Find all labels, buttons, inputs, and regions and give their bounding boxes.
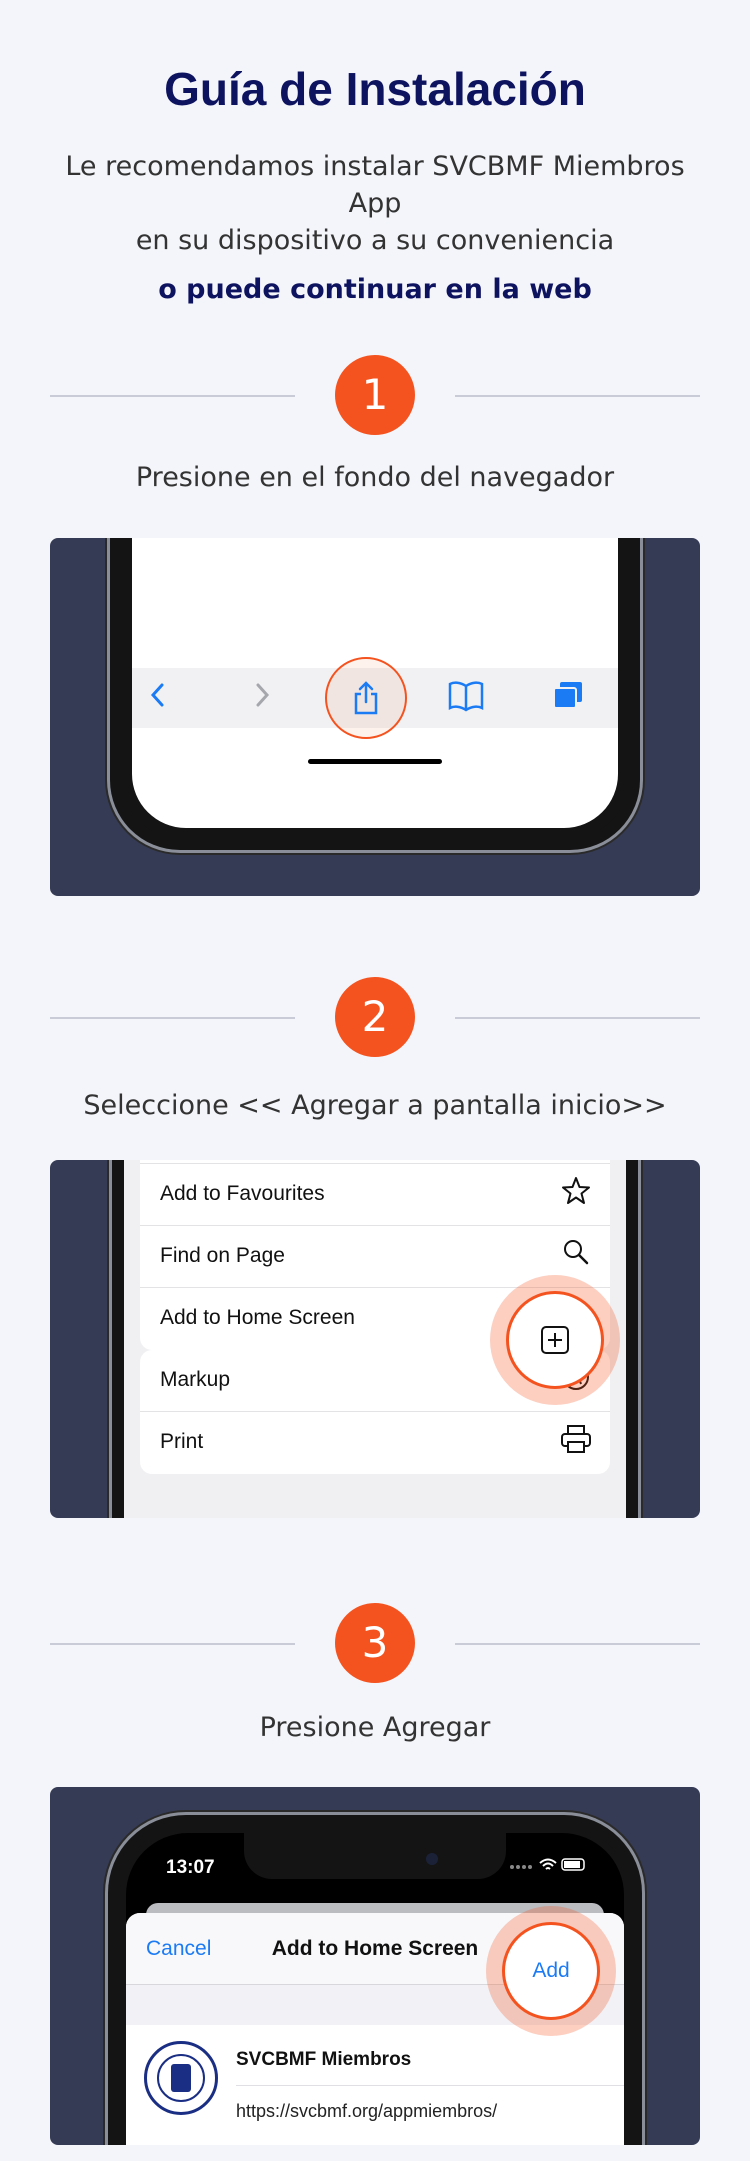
status-icons xyxy=(508,1855,588,1877)
action-label: Find on Page xyxy=(160,1244,285,1267)
home-indicator xyxy=(308,759,442,764)
page-subtitle: Le recomendamos instalar SVCBMF Miembros… xyxy=(40,148,710,259)
action-label: Add to Home Screen xyxy=(160,1306,355,1329)
step-number-badge: 1 xyxy=(335,355,415,435)
camera-icon xyxy=(426,1853,438,1865)
subtitle-line-2: en su dispositivo a su conveniencia xyxy=(135,225,615,256)
step-number-badge: 3 xyxy=(335,1603,415,1683)
svcbmf-logo-icon xyxy=(144,2041,218,2115)
subtitle-line-1: Le recomendamos instalar SVCBMF Miembros… xyxy=(65,151,685,219)
step-1-header: 1 xyxy=(50,355,700,435)
action-label: Print xyxy=(160,1430,204,1453)
bookmarks-icon[interactable] xyxy=(446,680,486,716)
step-3-header: 3 xyxy=(50,1603,700,1683)
tabs-icon[interactable] xyxy=(548,680,588,716)
divider-line xyxy=(455,395,700,397)
step-2-instruction: Seleccione << Agregar a pantalla inicio>… xyxy=(83,1090,667,1121)
status-time: 13:07 xyxy=(166,1857,215,1878)
step-2-header: 2 xyxy=(50,977,700,1057)
logo-core xyxy=(171,2064,191,2092)
app-name-field[interactable]: SVCBMF Miembros xyxy=(236,2049,411,2071)
action-label: Add to Favourites xyxy=(160,1182,325,1205)
share-icon[interactable] xyxy=(346,680,386,716)
step-3-instruction: Presione Agregar xyxy=(259,1712,491,1743)
plus-square-icon[interactable] xyxy=(506,1291,604,1389)
phone-notch xyxy=(244,1833,506,1879)
phone-frame xyxy=(110,538,640,850)
divider xyxy=(236,2085,624,2086)
star-icon xyxy=(558,1176,594,1212)
divider-line xyxy=(50,1643,295,1645)
forward-chevron-icon[interactable] xyxy=(242,680,282,716)
divider-line xyxy=(50,395,295,397)
step-1-instruction: Presione en el fondo del navegador xyxy=(135,462,615,493)
browser-toolbar xyxy=(132,657,618,739)
add-button[interactable]: Add xyxy=(502,1922,600,2020)
search-icon xyxy=(558,1238,594,1274)
divider-line xyxy=(455,1643,700,1645)
action-label: Markup xyxy=(160,1368,231,1391)
page-title: Guía de Instalación xyxy=(164,63,586,115)
divider-line xyxy=(50,1017,295,1019)
step-2-illustration: Add to Favourites Find on Page Add to Ho… xyxy=(50,1160,700,1518)
step-number-badge: 2 xyxy=(335,977,415,1057)
back-chevron-icon[interactable] xyxy=(138,680,178,716)
divider-line xyxy=(455,1017,700,1019)
printer-icon xyxy=(558,1424,594,1460)
action-add-to-favourites[interactable]: Add to Favourites xyxy=(140,1164,610,1226)
action-print[interactable]: Print xyxy=(140,1412,610,1474)
phone-screen xyxy=(132,538,618,828)
app-preview-card: SVCBMF Miembros https://svcbmf.org/appmi… xyxy=(126,2025,624,2145)
step-1-illustration xyxy=(50,538,700,896)
app-url: https://svcbmf.org/appmiembros/ xyxy=(236,2101,498,2121)
continue-on-web-link[interactable]: o puede continuar en la web xyxy=(0,274,750,305)
